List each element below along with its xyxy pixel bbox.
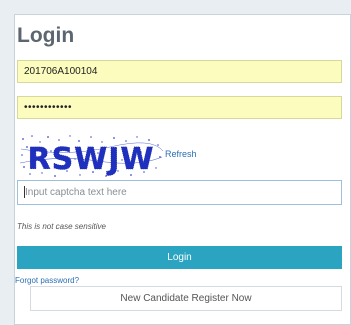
password-field[interactable]: •••••••••••• <box>17 96 342 119</box>
captcha-image: RSWJW <box>18 133 164 179</box>
captcha-text: RSWJW <box>27 142 154 177</box>
forgot-password-link[interactable]: Forgot password? <box>15 276 79 285</box>
case-sensitivity-hint: This is not case sensitive <box>17 222 106 231</box>
login-button[interactable]: Login <box>17 246 342 269</box>
captcha-input[interactable] <box>17 180 342 205</box>
refresh-captcha-link[interactable]: Refresh <box>165 149 197 159</box>
page-title: Login <box>17 24 75 47</box>
username-field[interactable]: 201706A100104 <box>17 60 342 83</box>
text-cursor <box>24 186 25 198</box>
register-button[interactable]: New Candidate Register Now <box>30 286 342 311</box>
